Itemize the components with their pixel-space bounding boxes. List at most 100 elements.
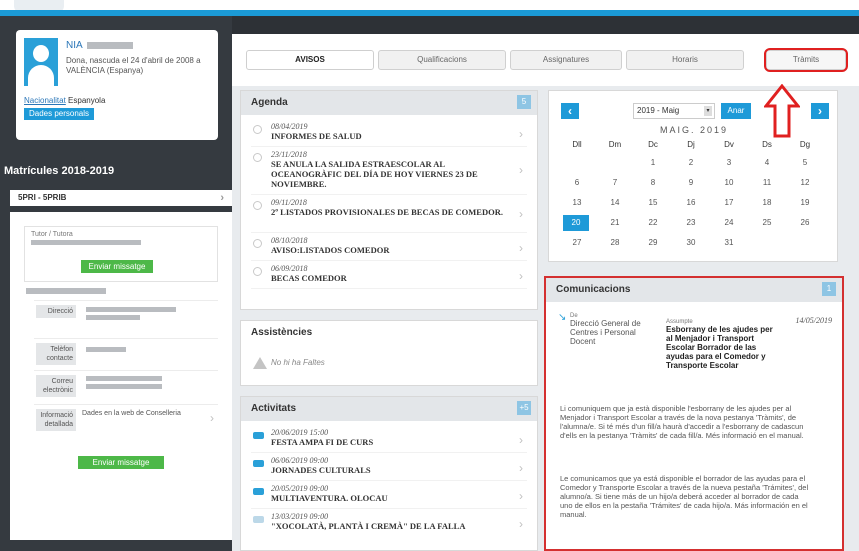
info-row-phone: Telèfon contacte bbox=[34, 338, 218, 368]
calendar-day[interactable]: 5 bbox=[789, 155, 821, 171]
tab-avisos[interactable]: AVISOS bbox=[246, 50, 374, 70]
clock-icon bbox=[253, 239, 262, 248]
agenda-title: Agenda bbox=[241, 91, 537, 115]
avatar bbox=[24, 38, 58, 86]
comunicacions-card: Comunicacions 1 ↘ De Direcció General de… bbox=[544, 276, 844, 551]
calendar-day[interactable]: 10 bbox=[713, 175, 745, 191]
clock-icon bbox=[253, 153, 262, 162]
student-profile-card: NIA Dona, nascuda el 24 d'abril de 2008 … bbox=[16, 30, 218, 140]
calendar-day[interactable]: 26 bbox=[789, 215, 821, 231]
calendar-day[interactable]: 1 bbox=[637, 155, 669, 171]
agenda-item[interactable]: 08/04/2019 INFORMES DE SALUD › bbox=[251, 121, 527, 147]
calendar-day[interactable]: 7 bbox=[599, 175, 631, 191]
content-area: Agenda 5 08/04/2019 INFORMES DE SALUD › … bbox=[232, 86, 859, 551]
agenda-item[interactable]: 08/10/2018 AVISO:LISTADOS COMEDOR › bbox=[251, 235, 527, 261]
address-redacted bbox=[86, 307, 176, 312]
nia-value-redacted bbox=[86, 41, 133, 49]
calendar-day[interactable]: 4 bbox=[751, 155, 783, 171]
calendar-day[interactable]: 14 bbox=[599, 195, 631, 211]
nationality-label: Nacionalitat bbox=[24, 96, 66, 105]
activity-item[interactable]: 13/03/2019 09:00 "XOCOLATÀ, PLANTÀ I CRE… bbox=[251, 511, 527, 541]
from-value: Direcció General de Centres i Personal D… bbox=[570, 319, 641, 346]
assistencies-empty: No hi ha Faltes bbox=[271, 358, 325, 367]
calendar-day[interactable]: 24 bbox=[713, 215, 745, 231]
agenda-title-item: SE ANULA LA SALIDA ESTRAESCOLAR AL OCEAN… bbox=[271, 159, 478, 189]
chevron-right-icon: › bbox=[519, 433, 523, 447]
info-row-email: Correu electrònic bbox=[34, 370, 218, 400]
go-button[interactable]: Anar bbox=[721, 103, 751, 119]
chevron-right-icon: › bbox=[519, 489, 523, 503]
calendar-day[interactable]: 13 bbox=[561, 195, 593, 211]
calendar-prev-button[interactable]: ‹ bbox=[561, 103, 579, 119]
top-header bbox=[0, 0, 859, 16]
clock-icon bbox=[253, 267, 262, 276]
calendar-day[interactable]: 28 bbox=[599, 235, 631, 251]
calendar-day[interactable]: 18 bbox=[751, 195, 783, 211]
send-message-button-2[interactable]: Enviar missatge bbox=[78, 456, 164, 469]
tab-assignatures[interactable]: Assignatures bbox=[510, 50, 622, 70]
chevron-right-icon: › bbox=[519, 207, 523, 221]
address-redacted-2 bbox=[86, 315, 140, 320]
bus-icon bbox=[253, 488, 264, 495]
calendar-day[interactable]: 15 bbox=[637, 195, 669, 211]
calendar-day[interactable]: 27 bbox=[561, 235, 593, 251]
calendar-day[interactable]: 29 bbox=[637, 235, 669, 251]
weekday-header: Dg bbox=[799, 140, 811, 149]
activity-date: 06/06/2019 09:00 bbox=[271, 456, 329, 465]
activity-title: JORNADES CULTURALS bbox=[271, 465, 371, 475]
agenda-item[interactable]: 09/11/2018 2º LISTADOS PROVISIONALES DE … bbox=[251, 197, 527, 233]
activity-item[interactable]: 20/06/2019 15:00 FESTA AMPA FI DE CURS › bbox=[251, 427, 527, 453]
calendar-day[interactable]: 20 bbox=[563, 215, 589, 231]
calendar-day[interactable]: 11 bbox=[751, 175, 783, 191]
personal-data-button[interactable]: Dades personals bbox=[24, 108, 94, 120]
calendar-day[interactable]: 21 bbox=[599, 215, 631, 231]
agenda-item[interactable]: 06/09/2018 BECAS COMEDOR › bbox=[251, 263, 527, 289]
details-link[interactable]: Dades en la web de Conselleria bbox=[82, 409, 192, 418]
calendar-day[interactable]: 9 bbox=[675, 175, 707, 191]
warning-icon bbox=[253, 357, 267, 369]
activity-date: 20/06/2019 15:00 bbox=[271, 428, 329, 437]
agenda-title-item: 2º LISTADOS PROVISIONALES DE BECAS DE CO… bbox=[271, 207, 503, 217]
calendar-day[interactable]: 31 bbox=[713, 235, 745, 251]
month-select[interactable]: 2019 - Maig ▾ bbox=[633, 103, 715, 119]
bus-icon bbox=[253, 516, 264, 523]
calendar-day[interactable]: 19 bbox=[789, 195, 821, 211]
enrolments-title: Matrícules 2018-2019 bbox=[4, 165, 115, 177]
calendar-day[interactable]: 23 bbox=[675, 215, 707, 231]
send-message-button[interactable]: Enviar missatge bbox=[81, 260, 153, 273]
tramits-highlight-box bbox=[764, 48, 848, 72]
enrolment-selector[interactable]: 5PRI - 5PRIB › bbox=[10, 190, 232, 206]
agenda-title-item: INFORMES DE SALUD bbox=[271, 131, 362, 141]
calendar-day[interactable]: 12 bbox=[789, 175, 821, 191]
info-label-email: Correu electrònic bbox=[36, 375, 76, 397]
calendar-day[interactable]: 22 bbox=[637, 215, 669, 231]
activity-date: 20/05/2019 09:00 bbox=[271, 484, 329, 493]
subject-value[interactable]: Esborrany de les ajudes per al Menjador … bbox=[666, 325, 776, 370]
calendar-day[interactable]: 2 bbox=[675, 155, 707, 171]
calendar-day[interactable]: 30 bbox=[675, 235, 707, 251]
calendar-day[interactable]: 16 bbox=[675, 195, 707, 211]
info-row-details[interactable]: Informació detallada Dades en la web de … bbox=[34, 404, 218, 438]
email-redacted bbox=[86, 376, 162, 381]
info-label-address: Direcció bbox=[36, 305, 76, 318]
activity-item[interactable]: 06/06/2019 09:00 JORNADES CULTURALS › bbox=[251, 455, 527, 481]
info-label-details: Informació detallada bbox=[36, 409, 76, 431]
calendar-next-button[interactable]: › bbox=[811, 103, 829, 119]
calendar-day[interactable]: 6 bbox=[561, 175, 593, 191]
agenda-title-item: BECAS COMEDOR bbox=[271, 273, 347, 283]
activitats-title-text: Activitats bbox=[251, 403, 297, 414]
activity-item[interactable]: 20/05/2019 09:00 MULTIAVENTURA. OLOCAU › bbox=[251, 483, 527, 509]
comunicacions-title-text: Comunicacions bbox=[556, 284, 631, 295]
calendar-day[interactable]: 3 bbox=[713, 155, 745, 171]
nia-label: NIA bbox=[66, 40, 83, 51]
activitats-badge: +5 bbox=[517, 401, 531, 415]
agenda-item[interactable]: 23/11/2018 SE ANULA LA SALIDA ESTRAESCOL… bbox=[251, 149, 527, 195]
calendar-day[interactable]: 17 bbox=[713, 195, 745, 211]
incoming-arrow-icon: ↘ bbox=[558, 312, 567, 323]
calendar-day[interactable]: 8 bbox=[637, 175, 669, 191]
month-select-value: 2019 - Maig bbox=[637, 106, 680, 115]
calendar-day[interactable]: 25 bbox=[751, 215, 783, 231]
tab-horaris[interactable]: Horaris bbox=[626, 50, 744, 70]
nia-line: NIA bbox=[66, 40, 133, 51]
tab-qualificacions[interactable]: Qualificacions bbox=[378, 50, 506, 70]
